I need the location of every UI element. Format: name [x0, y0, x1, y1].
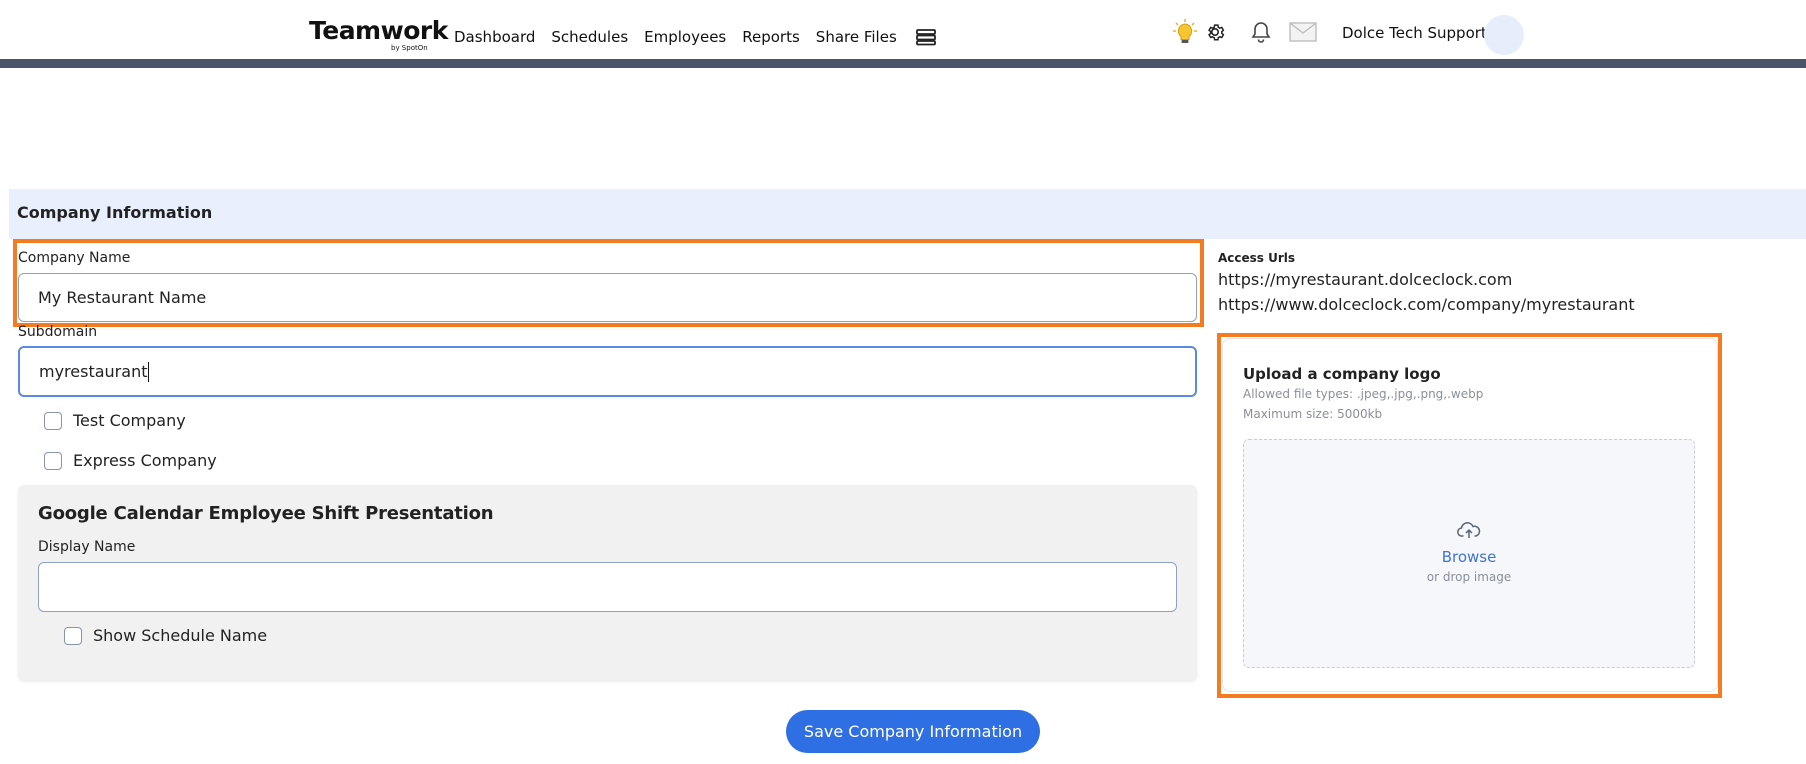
nav-reports[interactable]: Reports	[742, 28, 800, 46]
company-name-highlight	[13, 239, 1204, 327]
save-company-information-button[interactable]: Save Company Information	[786, 710, 1040, 753]
teamwork-logo[interactable]: Teamwork by SpotOn	[309, 16, 448, 53]
test-company-checkbox-row[interactable]: Test Company	[44, 411, 186, 430]
avatar[interactable]	[1484, 15, 1524, 55]
access-url-subdomain[interactable]: https://myrestaurant.dolceclock.com	[1218, 270, 1512, 289]
top-navigation-bar: Teamwork by SpotOn Dashboard Schedules E…	[0, 0, 1806, 68]
company-information-header: Company Information	[9, 189, 1806, 239]
display-name-label: Display Name	[38, 539, 136, 555]
access-url-path[interactable]: https://www.dolceclock.com/company/myres…	[1218, 295, 1635, 314]
subdomain-input[interactable]: myrestaurant	[18, 346, 1197, 397]
main-nav: Dashboard Schedules Employees Reports Sh…	[454, 28, 937, 46]
nav-employees[interactable]: Employees	[644, 28, 726, 46]
test-company-checkbox[interactable]	[44, 411, 62, 430]
show-schedule-label: Show Schedule Name	[93, 626, 268, 645]
gear-icon[interactable]	[1202, 18, 1228, 46]
google-calendar-title: Google Calendar Employee Shift Presentat…	[38, 503, 494, 524]
text-caret	[148, 361, 150, 382]
express-company-checkbox[interactable]	[44, 451, 62, 470]
envelope-icon[interactable]	[1288, 18, 1318, 46]
access-urls-label: Access Urls	[1218, 251, 1296, 265]
test-company-label: Test Company	[73, 411, 186, 430]
section-title: Company Information	[17, 203, 213, 222]
subdomain-value: myrestaurant	[39, 362, 148, 381]
user-name[interactable]: Dolce Tech Support	[1342, 24, 1487, 42]
header-icons	[1172, 18, 1318, 46]
nav-share-files[interactable]: Share Files	[816, 28, 897, 46]
logo-upload-highlight	[1217, 333, 1722, 698]
stack-icon[interactable]	[915, 28, 937, 46]
show-schedule-checkbox-row[interactable]: Show Schedule Name	[64, 626, 267, 645]
display-name-input[interactable]	[38, 562, 1177, 612]
bell-icon[interactable]	[1248, 18, 1274, 46]
logo-text: Teamwork	[309, 16, 448, 45]
express-company-checkbox-row[interactable]: Express Company	[44, 451, 217, 470]
show-schedule-checkbox[interactable]	[64, 626, 82, 645]
logo-byline: by SpotOn	[391, 44, 428, 52]
google-calendar-panel: Google Calendar Employee Shift Presentat…	[18, 485, 1197, 680]
subdomain-label: Subdomain	[18, 324, 98, 340]
express-company-label: Express Company	[73, 451, 217, 470]
lightbulb-icon[interactable]	[1172, 18, 1198, 46]
nav-schedules[interactable]: Schedules	[551, 28, 628, 46]
nav-dashboard[interactable]: Dashboard	[454, 28, 535, 46]
